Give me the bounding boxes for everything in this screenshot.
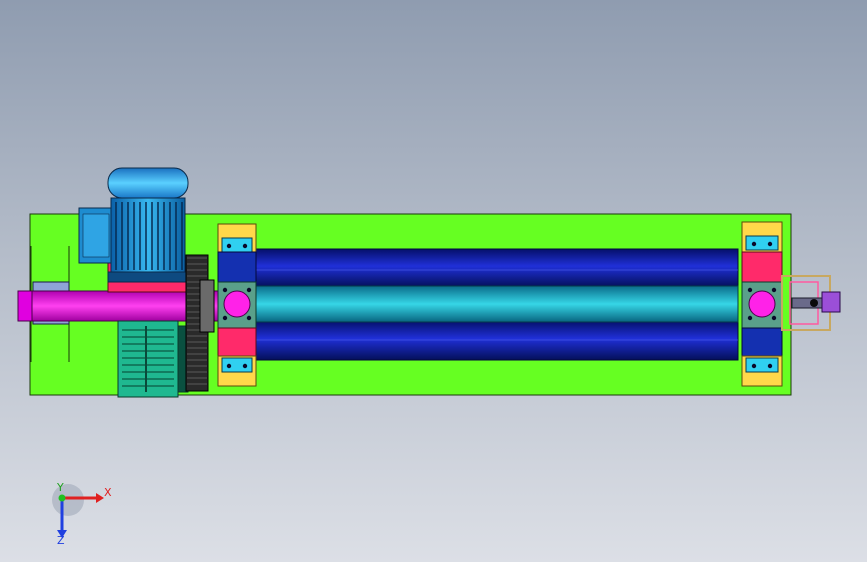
cad-viewport[interactable]: X Y Z [0, 0, 867, 562]
lower-roller[interactable] [243, 320, 739, 361]
bearing-block-right[interactable] [741, 221, 783, 387]
y-axis-label: Y [56, 482, 64, 494]
bolt-head [747, 315, 753, 321]
bolt-head [767, 241, 773, 247]
bolt-head [222, 315, 228, 321]
adjuster-mechanism[interactable] [781, 275, 841, 331]
bolt-head [242, 243, 248, 249]
z-axis-label: Z [57, 534, 65, 546]
bolt-head [246, 287, 252, 293]
motor-terminal-box[interactable] [78, 207, 114, 264]
bolt-head [242, 363, 248, 369]
electric-motor[interactable] [107, 167, 189, 283]
x-axis-head [96, 493, 104, 503]
bolt-head [226, 363, 232, 369]
bolt-head [751, 363, 757, 369]
bearing-block-left[interactable] [217, 223, 257, 387]
middle-roller[interactable] [243, 285, 739, 323]
bolt-head [222, 287, 228, 293]
3d-model-view[interactable] [0, 0, 867, 562]
bolt-head [751, 241, 757, 247]
bolt-head [246, 315, 252, 321]
reducer-gearbox[interactable] [117, 320, 189, 398]
bolt-head [771, 315, 777, 321]
upper-roller[interactable] [243, 248, 739, 288]
x-axis-label: X [104, 486, 112, 499]
bolt-head [767, 363, 773, 369]
y-axis-dot [58, 494, 66, 502]
bolt-head [747, 287, 753, 293]
bolt-head [226, 243, 232, 249]
coordinate-triad: X Y Z [52, 482, 112, 546]
bolt-head [771, 287, 777, 293]
